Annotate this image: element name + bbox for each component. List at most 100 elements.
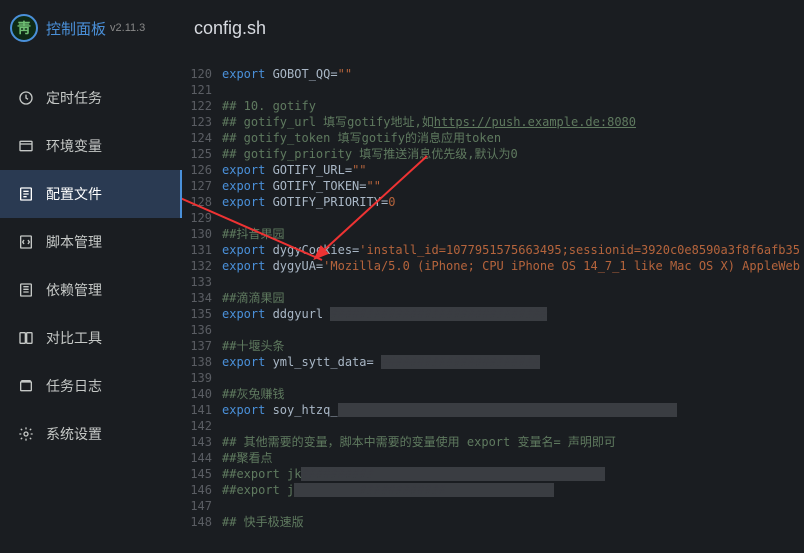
code-line: 141export soy_htzq_ [182, 402, 804, 418]
sidebar-item-6[interactable]: 任务日志 [0, 362, 182, 410]
line-number: 143 [182, 434, 222, 450]
sidebar-item-label: 对比工具 [46, 328, 102, 348]
line-number: 135 [182, 306, 222, 322]
code-content: export GOTIFY_URL="" [222, 162, 804, 178]
main: config.sh 120export GOBOT_QQ=""121122## … [182, 0, 804, 553]
log-icon [18, 378, 34, 394]
code-line: 124## gotify_token 填写gotify的消息应用token [182, 130, 804, 146]
code-content [222, 274, 804, 290]
line-number: 141 [182, 402, 222, 418]
app-version: v2.11.3 [110, 22, 145, 34]
code-line: 143## 其他需要的变量，脚本中需要的变量使用 export 变量名= 声明即… [182, 434, 804, 450]
code-line: 130##抖音果园 [182, 226, 804, 242]
line-number: 132 [182, 258, 222, 274]
logo-row: 靑 控制面板 v2.11.3 [0, 0, 182, 56]
code-line: 131export dygyCookies='install_id=107795… [182, 242, 804, 258]
code-line: 134##滴滴果园 [182, 290, 804, 306]
code-content: ## gotify_priority 填写推送消息优先级,默认为0 [222, 146, 804, 162]
line-number: 120 [182, 66, 222, 82]
code-line: 138export yml_sytt_data= ###############… [182, 354, 804, 370]
code-line: 139 [182, 370, 804, 386]
line-number: 130 [182, 226, 222, 242]
code-content: ## 10. gotify [222, 98, 804, 114]
line-number: 148 [182, 514, 222, 530]
code-line: 144##聚看点 [182, 450, 804, 466]
env-icon [18, 138, 34, 154]
line-number: 125 [182, 146, 222, 162]
code-content: ##抖音果园 [222, 226, 804, 242]
code-content [222, 322, 804, 338]
sidebar-item-label: 依赖管理 [46, 280, 102, 300]
sidebar-item-1[interactable]: 环境变量 [0, 122, 182, 170]
line-number: 129 [182, 210, 222, 226]
line-number: 139 [182, 370, 222, 386]
line-number: 131 [182, 242, 222, 258]
code-content: export GOTIFY_TOKEN="" [222, 178, 804, 194]
code-line: 128export GOTIFY_PRIORITY=0 [182, 194, 804, 210]
main-header: config.sh [182, 0, 804, 56]
sidebar-item-label: 系统设置 [46, 424, 102, 444]
code-line: 126export GOTIFY_URL="" [182, 162, 804, 178]
code-line: 125## gotify_priority 填写推送消息优先级,默认为0 [182, 146, 804, 162]
code-content: export soy_htzq_ [222, 402, 804, 418]
line-number: 137 [182, 338, 222, 354]
script-icon [18, 234, 34, 250]
code-content: ##export jk########## [222, 466, 804, 482]
sidebar-item-3[interactable]: 脚本管理 [0, 218, 182, 266]
code-content: ## 快手极速版 [222, 514, 804, 530]
sidebar-item-label: 环境变量 [46, 136, 102, 156]
sidebar-item-0[interactable]: 定时任务 [0, 74, 182, 122]
sidebar-item-5[interactable]: 对比工具 [0, 314, 182, 362]
logo-icon: 靑 [10, 14, 38, 42]
line-number: 138 [182, 354, 222, 370]
code-content: ##滴滴果园 [222, 290, 804, 306]
code-content [222, 370, 804, 386]
sidebar-item-label: 脚本管理 [46, 232, 102, 252]
code-content [222, 498, 804, 514]
code-content: export GOTIFY_PRIORITY=0 [222, 194, 804, 210]
code-line: 146##export j ############ [182, 482, 804, 498]
code-content: export dygyUA='Mozilla/5.0 (iPhone; CPU … [222, 258, 804, 274]
code-line: 148## 快手极速版 [182, 514, 804, 530]
code-content: ##聚看点 [222, 450, 804, 466]
nav: 定时任务环境变量配置文件脚本管理依赖管理对比工具任务日志系统设置 [0, 74, 182, 458]
code-content [222, 210, 804, 226]
code-line: 145##export jk########## [182, 466, 804, 482]
code-content: export yml_sytt_data= ##################… [222, 354, 804, 370]
line-number: 140 [182, 386, 222, 402]
gear-icon [18, 426, 34, 442]
code-editor[interactable]: 120export GOBOT_QQ=""121122## 10. gotify… [182, 56, 804, 553]
sidebar-item-4[interactable]: 依赖管理 [0, 266, 182, 314]
config-icon [18, 186, 34, 202]
code-content: ##十堰头条 [222, 338, 804, 354]
line-number: 144 [182, 450, 222, 466]
line-number: 147 [182, 498, 222, 514]
code-content: export GOBOT_QQ="" [222, 66, 804, 82]
line-number: 128 [182, 194, 222, 210]
code-line: 135export ddgyurl ######################… [182, 306, 804, 322]
code-content [222, 418, 804, 434]
code-content: export dygyCookies='install_id=107795157… [222, 242, 804, 258]
code-content: export ddgyurl #########################… [222, 306, 804, 322]
code-line: 132export dygyUA='Mozilla/5.0 (iPhone; C… [182, 258, 804, 274]
page-title: config.sh [194, 18, 266, 39]
sidebar-item-7[interactable]: 系统设置 [0, 410, 182, 458]
code-line: 121 [182, 82, 804, 98]
clock-icon [18, 90, 34, 106]
diff-icon [18, 330, 34, 346]
sidebar: 靑 控制面板 v2.11.3 定时任务环境变量配置文件脚本管理依赖管理对比工具任… [0, 0, 182, 553]
sidebar-item-2[interactable]: 配置文件 [0, 170, 182, 218]
code-content: ##灰兔赚钱 [222, 386, 804, 402]
line-number: 142 [182, 418, 222, 434]
line-number: 121 [182, 82, 222, 98]
code-line: 136 [182, 322, 804, 338]
line-number: 127 [182, 178, 222, 194]
code-line: 123## gotify_url 填写gotify地址,如https://pus… [182, 114, 804, 130]
code-line: 142 [182, 418, 804, 434]
line-number: 126 [182, 162, 222, 178]
code-line: 120export GOBOT_QQ="" [182, 66, 804, 82]
line-number: 123 [182, 114, 222, 130]
line-number: 122 [182, 98, 222, 114]
code-line: 140##灰兔赚钱 [182, 386, 804, 402]
code-line: 127export GOTIFY_TOKEN="" [182, 178, 804, 194]
